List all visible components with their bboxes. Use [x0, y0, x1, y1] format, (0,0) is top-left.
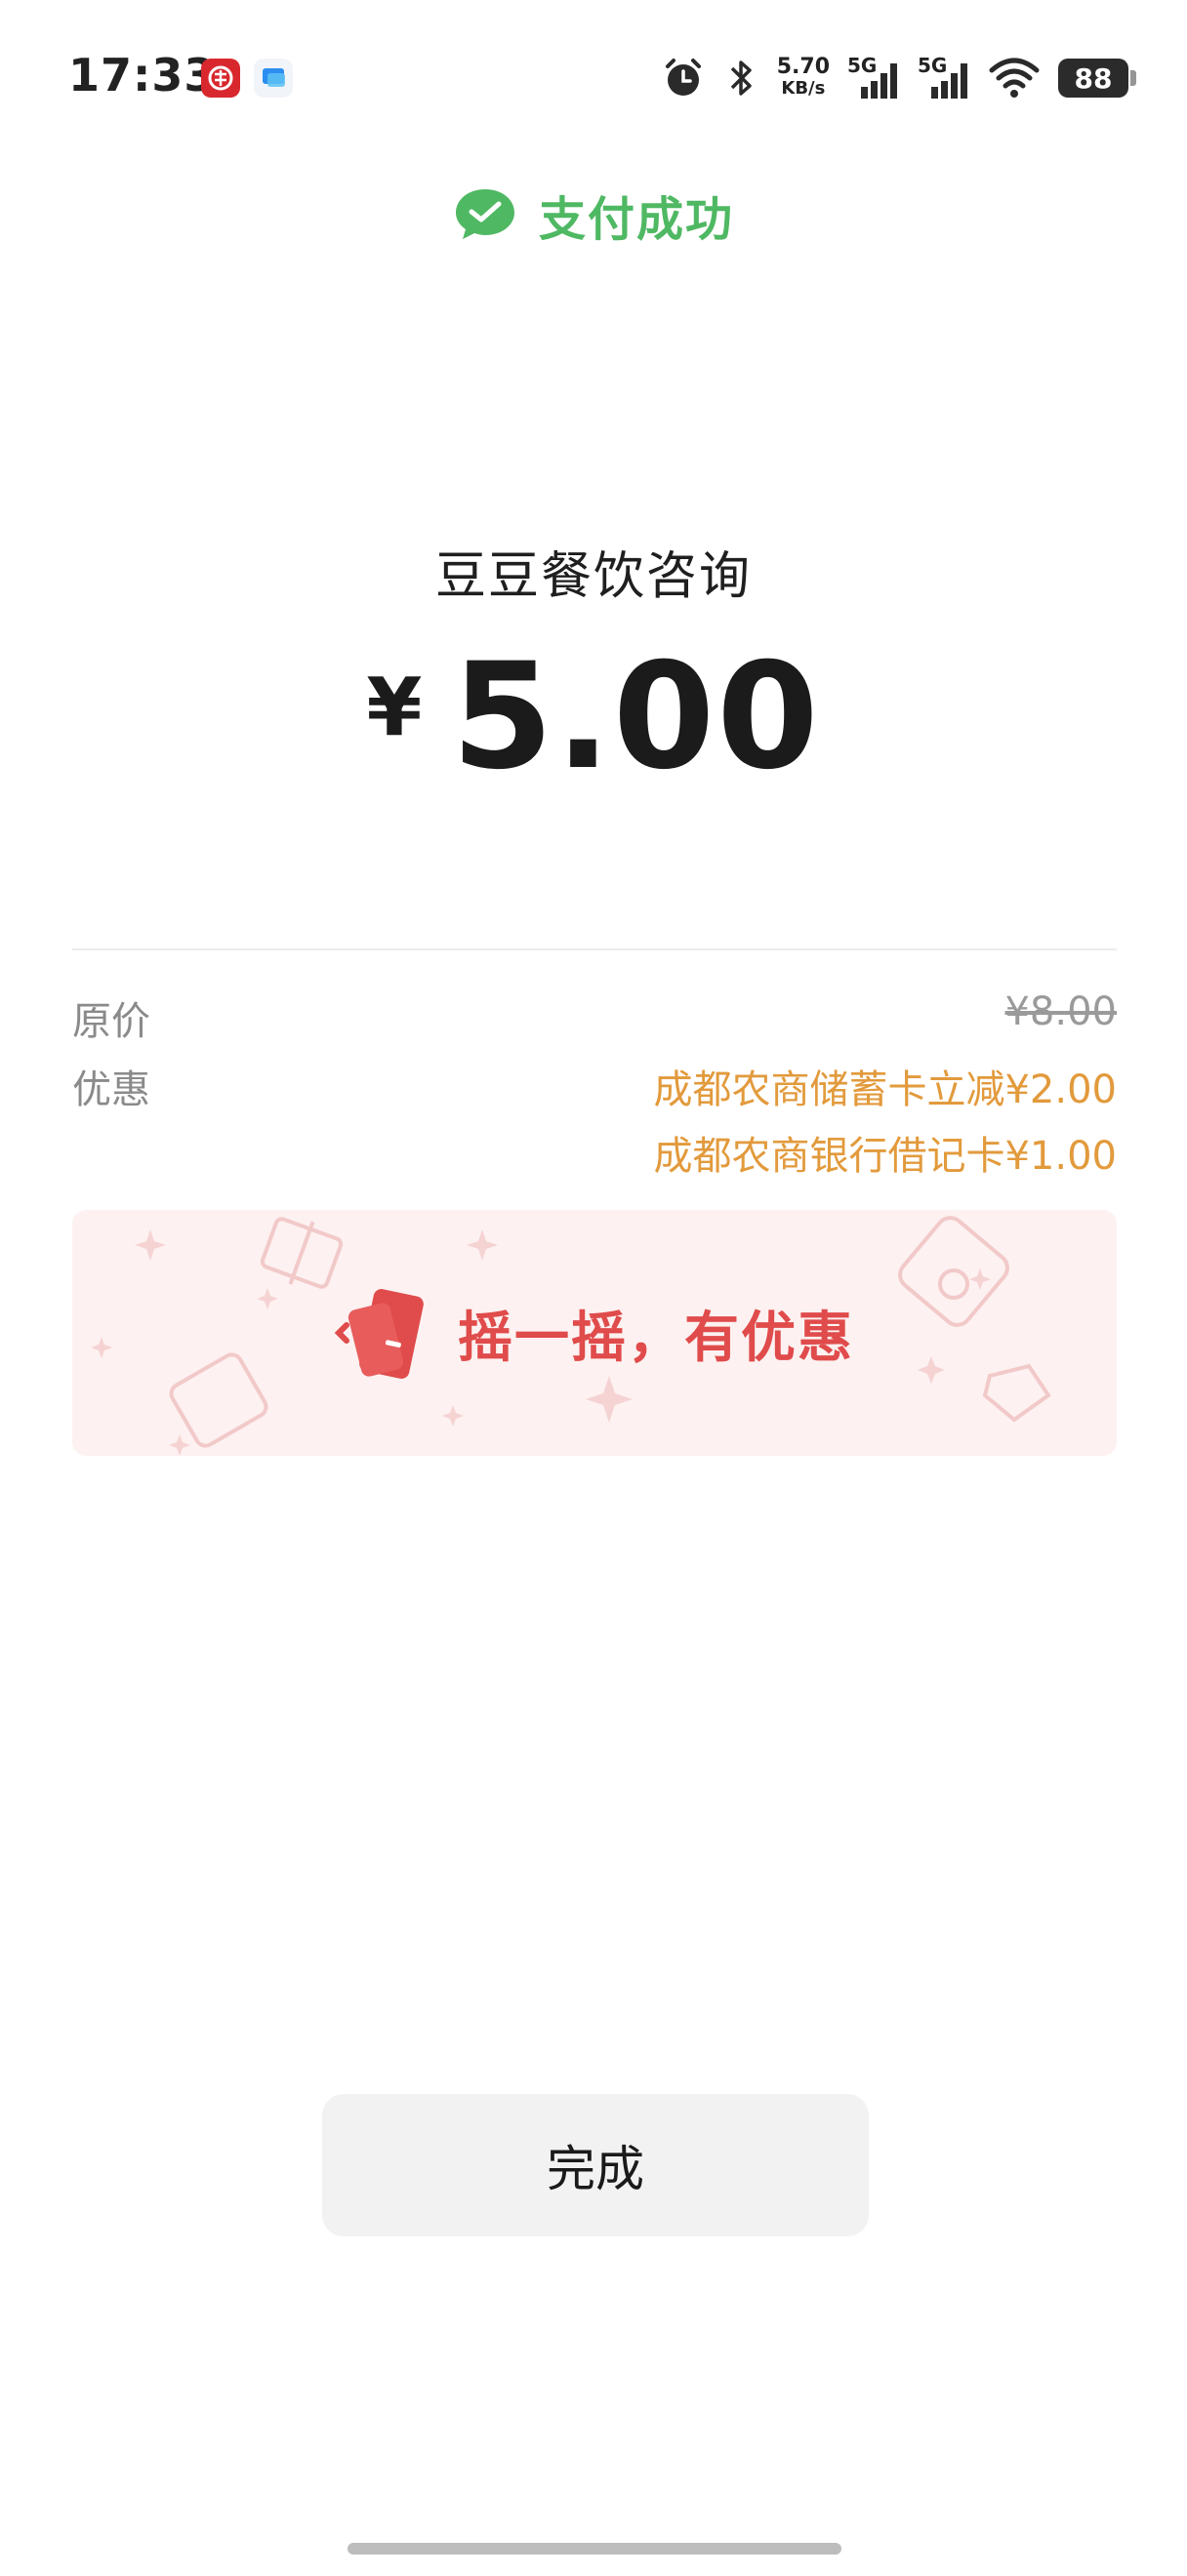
wechat-pay-check-icon [455, 189, 514, 239]
payment-success-title: 支付成功 [538, 192, 734, 247]
wifi-icon [989, 58, 1040, 98]
alarm-icon [665, 59, 701, 96]
original-price-value: ¥8.00 [1004, 989, 1117, 1034]
shake-promo-banner[interactable]: 摇一摇，有优惠 [72, 1210, 1117, 1456]
net-speed-unit: KB/s [781, 78, 826, 99]
amount-value: 5.00 [451, 632, 821, 802]
discount-label: 优惠 [72, 1067, 150, 1112]
currency-symbol: ¥ [366, 662, 423, 754]
original-price-label: 原价 [72, 999, 150, 1044]
home-indicator[interactable] [348, 2543, 841, 2555]
status-time: 17:33 [68, 49, 217, 101]
battery-icon: 88 [1058, 59, 1136, 98]
app-notification-icon [201, 59, 240, 98]
merchant-name: 豆豆餐饮咨询 [434, 547, 752, 606]
divider [72, 948, 1117, 950]
shake-phone-icon [335, 1289, 424, 1379]
banner-content: 摇一摇，有优惠 [72, 1210, 1117, 1456]
net-speed: 5.70 KB/s [777, 57, 830, 100]
blue-app-icon [254, 59, 293, 98]
shake-promo-text: 摇一摇，有优惠 [458, 1306, 854, 1370]
net-speed-value: 5.70 [776, 55, 830, 79]
payment-amount: ¥ 5.00 [0, 644, 1187, 790]
status-indicators: 5.70 KB/s 5G 5G 88 [660, 51, 1136, 105]
signal-icon-2: 5G [918, 54, 970, 102]
status-bar: 17:33 5.70 KB/s 5G 5G 88 [0, 0, 1187, 146]
discount-item: 成都农商储蓄卡立减¥2.00 [653, 1067, 1117, 1112]
done-button[interactable]: 完成 [322, 2094, 869, 2236]
discount-item: 成都农商银行借记卡¥1.00 [653, 1134, 1117, 1179]
payment-success-header: 支付成功 [0, 176, 1187, 254]
bluetooth-icon [730, 60, 752, 96]
signal-icon: 5G [847, 54, 900, 102]
